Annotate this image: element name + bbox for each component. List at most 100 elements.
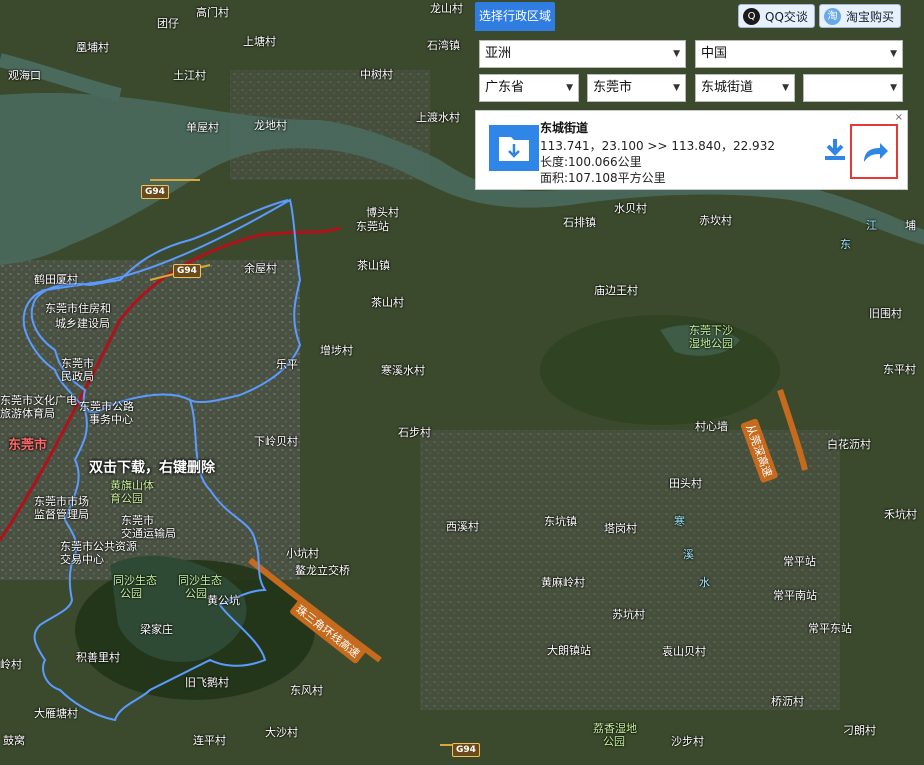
continent-select[interactable]: 亚洲 ▼: [479, 40, 686, 68]
place-label: 寒溪水村: [381, 364, 425, 377]
province-value: 广东省: [485, 80, 525, 95]
region-coords: 113.741，23.100 >> 113.840，22.932: [540, 139, 775, 153]
place-label: 常平东站: [808, 622, 852, 635]
place-label: 高门村: [196, 6, 229, 19]
park-label: 公园: [185, 587, 207, 600]
river-label: 溪: [683, 548, 694, 561]
place-label: 东莞站: [356, 220, 389, 233]
place-label: 东坑镇: [544, 515, 577, 528]
place-label: 白花沥村: [827, 438, 871, 451]
share-arrow-icon: [864, 143, 888, 162]
place-label: 常平站: [783, 555, 816, 568]
place-label: 大朗镇站: [547, 644, 591, 657]
place-label: 积善里村: [76, 651, 120, 664]
place-label: 埔: [905, 219, 916, 232]
place-label: 小坑村: [286, 547, 319, 560]
place-label: 龙山村: [430, 2, 463, 15]
place-label: 连平村: [193, 734, 226, 747]
place-label: 中树村: [360, 68, 393, 81]
place-label: 东风村: [290, 684, 323, 697]
download-button[interactable]: [823, 135, 847, 165]
place-label: 土江村: [173, 69, 206, 82]
place-label: 单屋村: [186, 121, 219, 134]
download-icon: [825, 139, 845, 160]
highway-shield-g94: G94: [141, 185, 169, 199]
poi-label: 旅游体育局: [0, 407, 55, 420]
subdistrict-select[interactable]: ▼: [803, 74, 903, 102]
chevron-down-icon: ▼: [782, 83, 789, 93]
place-label: 田头村: [669, 477, 702, 490]
place-label: 凰埔村: [76, 41, 109, 54]
place-label: 石排镇: [563, 216, 596, 229]
poi-label: 事务中心: [89, 413, 133, 426]
close-icon[interactable]: ×: [895, 112, 903, 123]
park-label: 公园: [120, 587, 142, 600]
river-label: 东: [840, 238, 851, 251]
admin-region-panel: 选择行政区域 Q QQ交谈 淘 淘宝购买 亚洲 ▼ 中国 ▼ 广东省 ▼ 东莞市 ▼ 东…: [475, 2, 908, 190]
place-label: 石湾镇: [427, 39, 460, 52]
country-select[interactable]: 中国 ▼: [695, 40, 903, 68]
park-label: 湿地公园: [689, 337, 733, 350]
poi-label: 民政局: [61, 370, 94, 383]
qq-chat-label: QQ交谈: [765, 10, 808, 24]
place-label: 梁家庄: [140, 623, 173, 636]
place-label: 下岭贝村: [254, 435, 298, 448]
river-label: 水: [699, 576, 710, 589]
region-download-tile[interactable]: [489, 125, 539, 171]
place-label: 东平村: [883, 363, 916, 376]
chevron-down-icon: ▼: [673, 49, 680, 59]
place-label: 村心墙: [695, 420, 728, 433]
place-label: 上塘村: [243, 35, 276, 48]
place-label: 旧飞鹅村: [185, 676, 229, 689]
place-label: 团仔: [157, 17, 179, 30]
place-label: 大沙村: [265, 726, 298, 739]
place-label: 禾坑村: [884, 508, 917, 521]
region-length: 长度:100.066公里: [540, 155, 642, 169]
taobao-buy-button[interactable]: 淘 淘宝购买: [819, 4, 902, 28]
map-hint-text: 双击下载，右键删除: [89, 460, 215, 476]
city-value: 东莞市: [593, 80, 633, 95]
place-label: 观海口: [8, 69, 41, 82]
highway-shield-g94: G94: [452, 743, 480, 757]
place-label: 桥沥村: [771, 695, 804, 708]
park-label: 育公园: [110, 492, 143, 505]
district-select[interactable]: 东城街道 ▼: [695, 74, 795, 102]
place-label: 常平南站: [773, 589, 817, 602]
place-label: 上渡水村: [416, 111, 460, 124]
poi-label: 交易中心: [60, 553, 104, 566]
place-label: 塔岗村: [604, 522, 637, 535]
province-select[interactable]: 广东省 ▼: [479, 74, 579, 102]
place-label: 赤坎村: [699, 214, 732, 227]
place-label: 石步村: [398, 426, 431, 439]
country-value: 中国: [701, 46, 728, 61]
taobao-icon: 淘: [824, 8, 841, 25]
place-label: 鼓窝: [3, 734, 25, 747]
city-label: 东莞市: [8, 438, 48, 453]
place-label: 旧围村: [869, 307, 902, 320]
district-value: 东城街道: [701, 80, 754, 95]
city-select[interactable]: 东莞市 ▼: [587, 74, 686, 102]
poi-label: 城乡建设局: [55, 317, 110, 330]
region-area: 面积:107.108平方公里: [540, 171, 666, 185]
place-label: 大雁塘村: [34, 707, 78, 720]
place-label: 岭村: [0, 658, 22, 671]
river-label: 寒: [674, 515, 685, 528]
place-label: 黄麻岭村: [541, 576, 585, 589]
place-label: 刁朗村: [843, 724, 876, 737]
place-label: 茶山镇: [357, 259, 390, 272]
qq-chat-button[interactable]: Q QQ交谈: [738, 4, 815, 28]
place-label: 黄公坑: [207, 594, 240, 607]
park-label: 公园: [603, 735, 625, 748]
tab-select-region[interactable]: 选择行政区域: [475, 2, 555, 31]
place-label: 茶山村: [371, 296, 404, 309]
highway-shield-g94: G94: [173, 264, 201, 278]
region-info-card: 东城街道 113.741，23.100 >> 113.840，22.932 长度…: [475, 110, 908, 190]
place-label: 鳌龙立交桥: [295, 564, 350, 577]
panel-tabbar: 选择行政区域 Q QQ交谈 淘 淘宝购买: [475, 2, 908, 31]
folder-download-icon: [499, 137, 529, 161]
place-label: 龙地村: [254, 119, 287, 132]
river-label: 江: [866, 219, 877, 232]
qq-penguin-icon: Q: [743, 8, 760, 25]
share-button[interactable]: [850, 124, 898, 179]
place-label: 西溪村: [446, 520, 479, 533]
